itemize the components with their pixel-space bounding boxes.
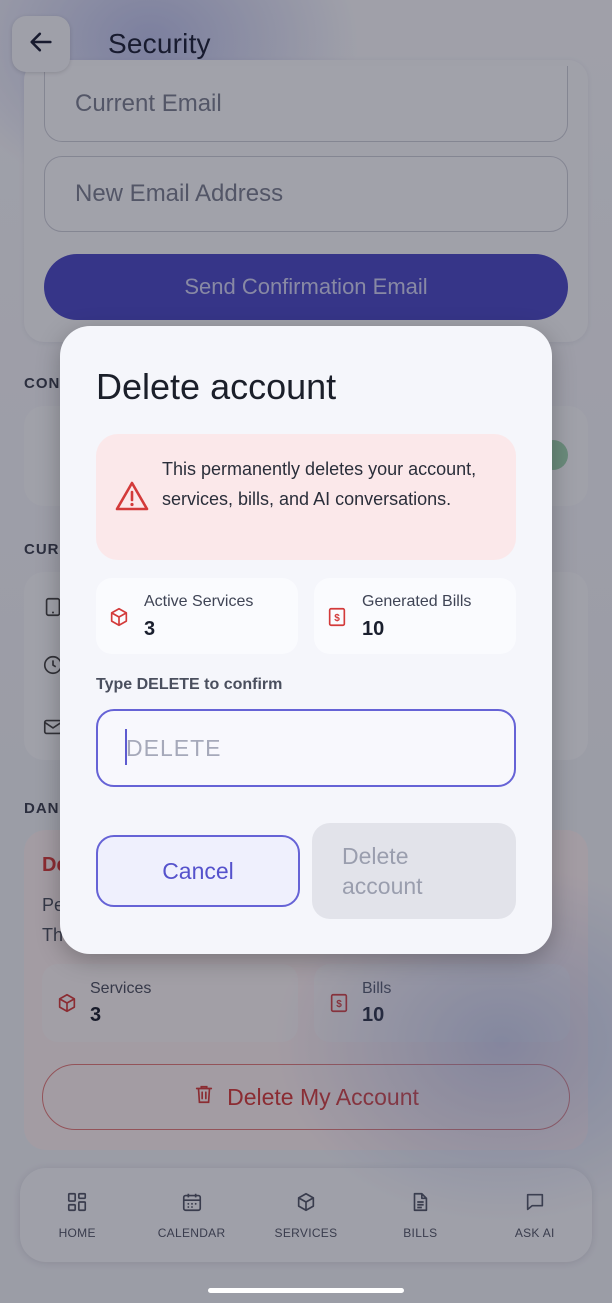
home-indicator [208,1288,404,1293]
delete-account-dialog: Delete account This permanently deletes … [60,326,552,954]
bill-icon: $ [326,606,348,633]
active-services-label: Active Services [144,593,254,610]
active-services-value: 3 [144,618,156,640]
warning-triangle-icon [114,480,150,517]
delete-account-button[interactable]: Delete account [312,823,516,919]
generated-bills-label: Generated Bills [362,593,472,610]
svg-text:$: $ [334,613,340,624]
cancel-button[interactable]: Cancel [96,835,300,907]
delete-account-label: Delete account [342,843,423,899]
box-icon [108,606,130,633]
active-services-stat: Active Services 3 [96,578,298,654]
dialog-title: Delete account [96,366,337,407]
text-caret [125,729,127,765]
generated-bills-value: 10 [362,618,385,640]
generated-bills-stat: $ Generated Bills 10 [314,578,516,654]
warning-text: This permanently deletes your account, s… [162,459,477,509]
warning-box: This permanently deletes your account, s… [96,434,516,560]
confirm-label: Type DELETE to confirm [96,676,283,693]
confirm-delete-input[interactable] [96,709,516,787]
